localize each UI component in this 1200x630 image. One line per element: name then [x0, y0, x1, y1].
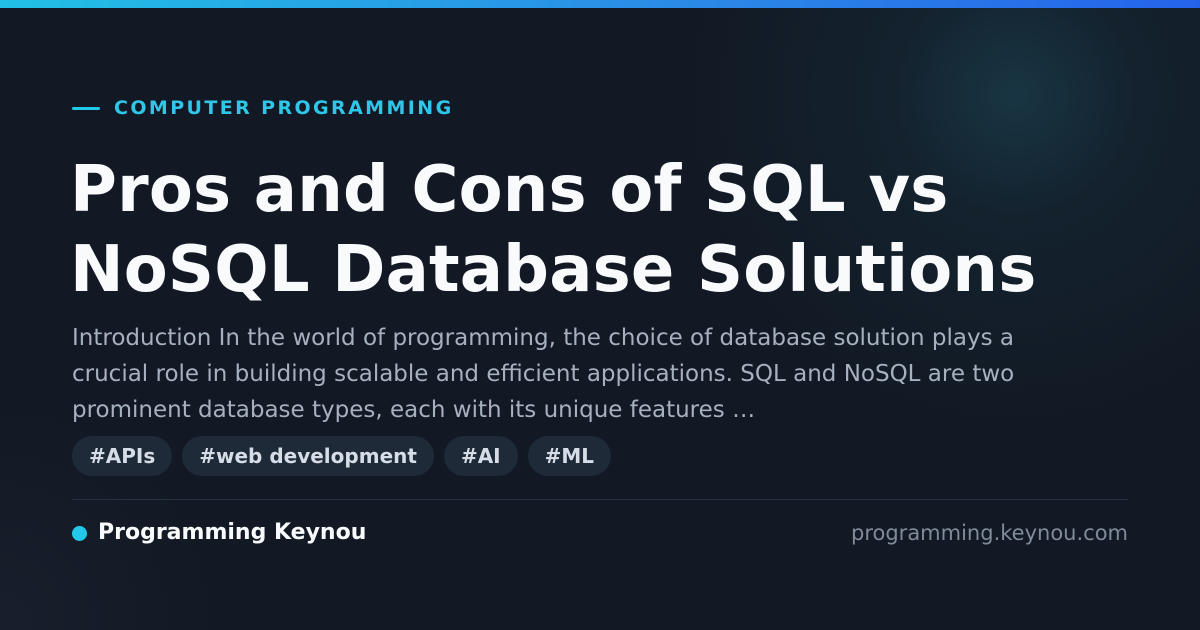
category-label: COMPUTER PROGRAMMING — [114, 97, 454, 119]
brand-dot-icon — [72, 525, 87, 541]
tag-web-development: #web development — [182, 436, 434, 476]
tag-ai: #AI — [443, 436, 518, 476]
footer-divider — [72, 499, 1128, 500]
preview-card: COMPUTER PROGRAMMING Pros and Cons of SQ… — [0, 0, 1200, 630]
article-excerpt: Introduction In the world of programming… — [72, 325, 1015, 423]
category-row: COMPUTER PROGRAMMING — [72, 97, 454, 119]
brand: Programming Keynou — [72, 519, 366, 547]
brand-name: Programming Keynou — [98, 520, 367, 545]
category-accent-line — [72, 106, 100, 110]
tag-ml: #ML — [527, 436, 612, 476]
site-domain: programming.keynou.com — [851, 521, 1128, 545]
top-accent-bar — [0, 0, 1200, 8]
tag-apis: #APIs — [72, 436, 173, 476]
article-title: Pros and Cons of SQL vs NoSQL Database S… — [70, 153, 1037, 307]
tag-list: #APIs #web development #AI #ML — [72, 436, 612, 476]
